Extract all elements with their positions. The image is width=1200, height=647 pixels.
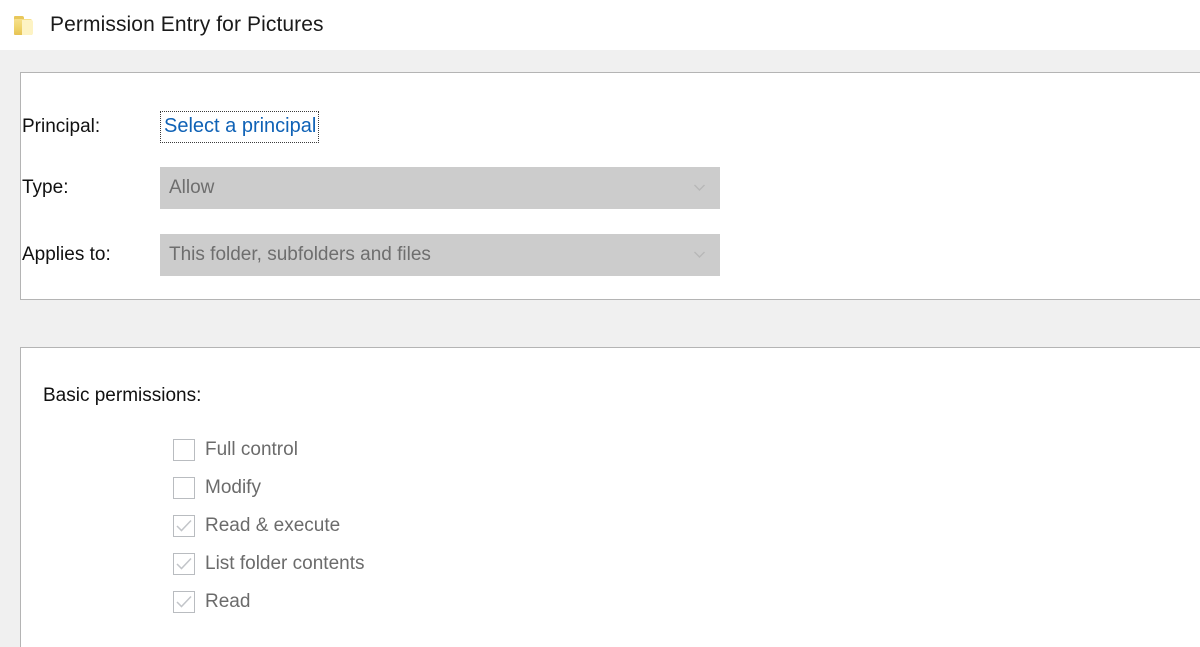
permission-row[interactable]: List folder contents (173, 545, 773, 583)
permission-label: Read (205, 591, 251, 612)
permission-row[interactable]: Read (173, 583, 773, 621)
applies-to-dropdown[interactable]: This folder, subfolders and files (160, 234, 720, 276)
basic-permissions-heading: Basic permissions: (43, 385, 202, 406)
permission-label: Full control (205, 439, 298, 460)
applies-to-label: Applies to: (22, 244, 111, 265)
select-principal-focus-ring: Select a principal (160, 111, 320, 143)
checkbox-unchecked-icon[interactable] (173, 439, 195, 461)
principal-row: Principal: Select a principal (22, 107, 320, 147)
permission-label: Modify (205, 477, 261, 498)
type-dropdown[interactable]: Allow (160, 167, 720, 209)
basic-permissions-list: Full control Modify Read & execute List fol… (173, 431, 773, 621)
checkbox-checked-icon[interactable] (173, 515, 195, 537)
folder-icon (14, 16, 36, 36)
permission-label: Read & execute (205, 515, 341, 536)
checkbox-checked-icon[interactable] (173, 591, 195, 613)
permission-label: List folder contents (205, 553, 365, 574)
chevron-down-icon (693, 248, 706, 261)
applies-to-row: Applies to: This folder, subfolders and … (22, 234, 720, 276)
window-title-bar: Permission Entry for Pictures (0, 0, 1200, 50)
page-title: Permission Entry for Pictures (50, 13, 324, 36)
permission-row[interactable]: Modify (173, 469, 773, 507)
select-principal-link[interactable]: Select a principal (164, 115, 316, 137)
checkbox-checked-icon[interactable] (173, 553, 195, 575)
applies-to-dropdown-value: This folder, subfolders and files (169, 244, 431, 265)
checkbox-unchecked-icon[interactable] (173, 477, 195, 499)
principal-label: Principal: (22, 116, 101, 137)
type-row: Type: Allow (22, 167, 720, 209)
permission-row[interactable]: Read & execute (173, 507, 773, 545)
chevron-down-icon (693, 181, 706, 194)
permission-row[interactable]: Full control (173, 431, 773, 469)
type-label: Type: (22, 177, 69, 198)
type-dropdown-value: Allow (169, 177, 215, 198)
